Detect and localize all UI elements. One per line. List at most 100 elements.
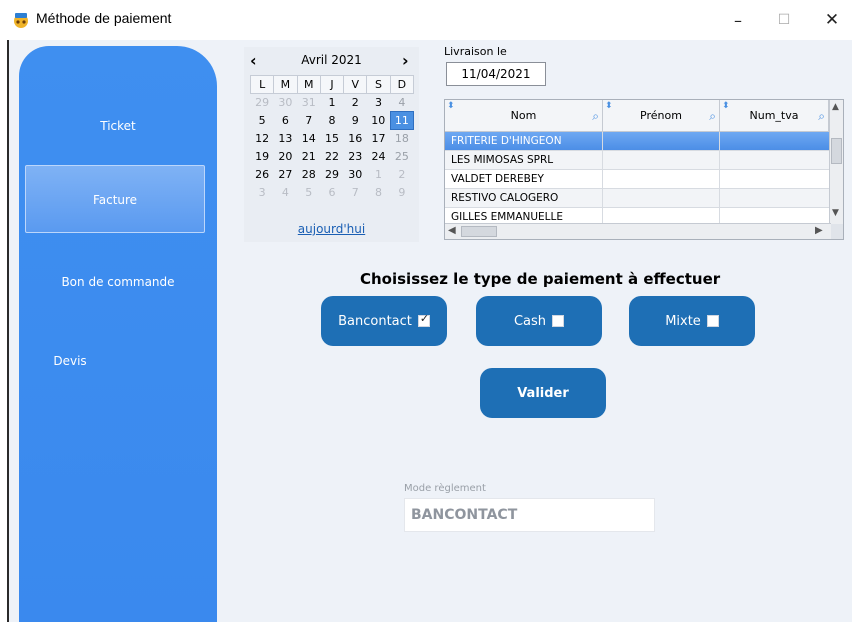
- table-row[interactable]: VALDET DEREBEY: [445, 170, 831, 189]
- calendar-day[interactable]: 27: [274, 166, 297, 184]
- calendar-day[interactable]: 11: [389, 111, 415, 130]
- calendar-day[interactable]: 13: [274, 130, 297, 148]
- client-table: ⬍ Nom ⌕ ⬍ Prénom ⌕ ⬍ Num_tva ⌕ FRITERIE …: [444, 99, 844, 240]
- calendar-day[interactable]: 31: [297, 94, 320, 112]
- calendar-day[interactable]: 14: [297, 130, 320, 148]
- calendar-day[interactable]: 20: [274, 148, 297, 166]
- horizontal-scrollbar[interactable]: ◀ ▶: [445, 223, 831, 239]
- calendar-day[interactable]: 1: [367, 166, 390, 184]
- table-row[interactable]: LES MIMOSAS SPRL: [445, 151, 831, 170]
- calendar-day[interactable]: 17: [367, 130, 390, 148]
- livraison-date-field[interactable]: 11/04/2021: [446, 62, 546, 86]
- scroll-down-icon[interactable]: ▼: [832, 208, 839, 218]
- maximize-button[interactable]: ☐: [764, 6, 804, 34]
- table-cell-num-tva: [720, 170, 829, 189]
- scrollbar-thumb[interactable]: [461, 226, 497, 237]
- sort-icon[interactable]: ⬍: [722, 100, 730, 122]
- bancontact-label: Bancontact: [338, 313, 412, 329]
- calendar-day[interactable]: 30: [274, 94, 297, 112]
- mixte-checkbox[interactable]: [706, 315, 719, 327]
- sidebar-item-bon-de-commande[interactable]: Bon de commande: [19, 272, 217, 292]
- scroll-up-icon[interactable]: ▲: [832, 102, 839, 112]
- calendar-day[interactable]: 1: [320, 94, 343, 112]
- calendar-day[interactable]: 6: [320, 184, 343, 202]
- calendar-day[interactable]: 6: [274, 112, 297, 130]
- column-header-nom[interactable]: ⬍ Nom ⌕: [445, 100, 603, 132]
- calendar-day[interactable]: 12: [251, 130, 274, 148]
- search-icon[interactable]: ⌕: [818, 100, 825, 132]
- search-icon[interactable]: ⌕: [592, 100, 599, 132]
- bancontact-button[interactable]: Bancontact: [321, 296, 447, 346]
- calendar-day[interactable]: 10: [367, 112, 390, 130]
- column-label: Nom: [510, 109, 537, 122]
- search-icon[interactable]: ⌕: [709, 100, 716, 132]
- calendar-day[interactable]: 7: [297, 112, 320, 130]
- mixte-button[interactable]: Mixte: [629, 296, 755, 346]
- minimize-button[interactable]: –: [718, 6, 758, 34]
- calendar-day[interactable]: 24: [367, 148, 390, 166]
- scroll-right-icon[interactable]: ▶: [815, 225, 823, 236]
- today-link[interactable]: aujourd'hui: [244, 222, 419, 236]
- calendar: ‹ Avril 2021 › LMMJVSD 29 30 31 1 2 3 4 5 6 7 8 9 10…: [244, 47, 419, 242]
- sidebar-item-facture[interactable]: Facture: [25, 165, 205, 233]
- table-cell-num-tva: [720, 132, 829, 151]
- livraison-label: Livraison le: [444, 45, 507, 58]
- mode-reglement-field: BANCONTACT: [404, 498, 655, 532]
- close-button[interactable]: ✕: [812, 6, 852, 34]
- calendar-day[interactable]: 21: [297, 148, 320, 166]
- table-cell-nom: LES MIMOSAS SPRL: [445, 151, 603, 170]
- next-month-button[interactable]: ›: [402, 51, 409, 70]
- calendar-day[interactable]: 29: [251, 94, 274, 112]
- calendar-day[interactable]: 7: [344, 184, 367, 202]
- calendar-day[interactable]: 23: [344, 148, 367, 166]
- weekday-header: M: [296, 75, 321, 94]
- table-cell-prenom: [603, 151, 720, 170]
- calendar-day[interactable]: 19: [251, 148, 274, 166]
- calendar-day[interactable]: 4: [274, 184, 297, 202]
- calendar-day[interactable]: 4: [390, 94, 413, 112]
- calendar-day[interactable]: 3: [367, 94, 390, 112]
- calendar-day[interactable]: 3: [251, 184, 274, 202]
- bancontact-checkbox[interactable]: [417, 312, 430, 327]
- scrollbar-thumb[interactable]: [831, 138, 842, 164]
- calendar-day[interactable]: 2: [344, 94, 367, 112]
- calendar-grid: LMMJVSD 29 30 31 1 2 3 4 5 6 7 8 9 10 11 12 13 14 15 16 17 1…: [249, 75, 415, 202]
- calendar-day[interactable]: 25: [390, 148, 413, 166]
- calendar-day[interactable]: 28: [297, 166, 320, 184]
- calendar-day[interactable]: 8: [320, 112, 343, 130]
- cash-label: Cash: [513, 313, 547, 329]
- scroll-left-icon[interactable]: ◀: [448, 225, 456, 236]
- weekday-header: M: [273, 75, 298, 94]
- calendar-day[interactable]: 5: [251, 112, 274, 130]
- app-icon: [14, 13, 28, 28]
- column-label: Prénom: [640, 109, 682, 122]
- table-row[interactable]: FRITERIE D'HINGEON: [445, 132, 831, 151]
- table-cell-nom: RESTIVO CALOGERO: [445, 189, 603, 208]
- calendar-day[interactable]: 8: [367, 184, 390, 202]
- sidebar-item-devis[interactable]: Devis: [0, 351, 169, 371]
- calendar-day[interactable]: 26: [251, 166, 274, 184]
- cash-checkbox[interactable]: [552, 315, 565, 327]
- calendar-day[interactable]: 29: [320, 166, 343, 184]
- valider-button[interactable]: Valider: [480, 368, 606, 418]
- table-cell-num-tva: [720, 151, 829, 170]
- vertical-scrollbar[interactable]: ▲ ▼: [829, 100, 843, 224]
- calendar-day[interactable]: 5: [297, 184, 320, 202]
- sidebar-item-ticket[interactable]: Ticket: [19, 116, 217, 136]
- column-header-prenom[interactable]: ⬍ Prénom ⌕: [603, 100, 720, 132]
- sort-icon[interactable]: ⬍: [447, 100, 455, 122]
- table-row[interactable]: RESTIVO CALOGERO: [445, 189, 831, 208]
- calendar-day[interactable]: 9: [344, 112, 367, 130]
- sort-icon[interactable]: ⬍: [605, 100, 613, 122]
- calendar-day[interactable]: 22: [320, 148, 343, 166]
- calendar-day[interactable]: 15: [320, 130, 343, 148]
- cash-button[interactable]: Cash: [476, 296, 602, 346]
- calendar-day[interactable]: 30: [344, 166, 367, 184]
- calendar-day[interactable]: 9: [390, 184, 413, 202]
- calendar-day[interactable]: 18: [390, 130, 413, 148]
- calendar-day[interactable]: 16: [344, 130, 367, 148]
- previous-month-button[interactable]: ‹: [250, 51, 257, 70]
- table-header: ⬍ Nom ⌕ ⬍ Prénom ⌕ ⬍ Num_tva ⌕: [445, 100, 831, 132]
- column-header-num-tva[interactable]: ⬍ Num_tva ⌕: [720, 100, 829, 132]
- calendar-day[interactable]: 2: [390, 166, 413, 184]
